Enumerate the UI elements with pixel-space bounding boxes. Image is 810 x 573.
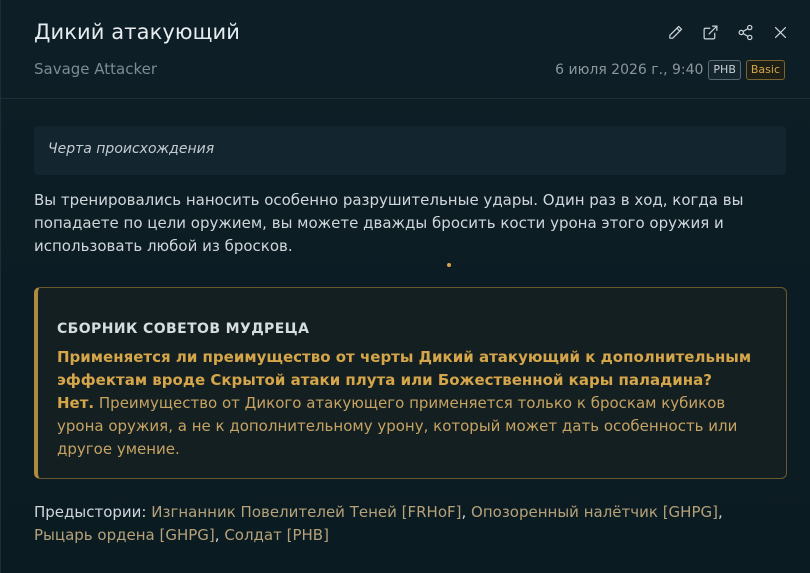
origin-box: Черта происхождения <box>34 126 786 175</box>
origin-label: Черта происхождения <box>48 141 215 157</box>
source-badge[interactable]: PHB <box>708 60 741 80</box>
toolbar <box>666 23 789 41</box>
sage-answer: Нет. Преимущество от Дикого атакующего п… <box>57 392 757 461</box>
background-link[interactable]: Опозоренный налётчик [GHPG] <box>471 503 718 521</box>
feat-window: Дикий атакующий Savage Attacker 6 июля 2… <box>0 0 810 573</box>
separator-dot <box>447 263 451 267</box>
meta-info: 6 июля 2026 г., 9:40 PHB Basic <box>555 60 785 80</box>
level-badge: Basic <box>745 60 785 80</box>
feat-description: Вы тренировались наносить особенно разру… <box>34 191 744 255</box>
background-link[interactable]: Изгнанник Повелителей Теней [FRHoF] <box>151 503 461 521</box>
edit-button[interactable] <box>666 23 684 41</box>
backgrounds-label: Предыстории: <box>34 503 147 521</box>
background-link[interactable]: Солдат [PHB] <box>224 526 329 544</box>
backgrounds-line: Предыстории: Изгнанник Повелителей Теней… <box>34 503 723 544</box>
external-link-icon <box>703 25 717 39</box>
close-button[interactable] <box>771 23 789 41</box>
background-link[interactable]: Рыцарь ордена [GHPG] <box>34 526 215 544</box>
header: Дикий атакующий Savage Attacker 6 июля 2… <box>1 0 810 99</box>
pencil-icon <box>668 25 682 39</box>
sage-title: СБОРНИК СОВЕТОВ МУДРЕЦА <box>57 321 310 337</box>
sage-answer-body: Преимущество от Дикого атакующего примен… <box>57 394 738 458</box>
sage-answer-lead: Нет. <box>57 394 95 412</box>
open-external-button[interactable] <box>701 23 719 41</box>
sage-advice-box: СБОРНИК СОВЕТОВ МУДРЕЦА Применяется ли п… <box>34 287 787 479</box>
share-button[interactable] <box>736 23 754 41</box>
close-icon <box>774 26 786 38</box>
page-subtitle: Savage Attacker <box>34 60 158 78</box>
date-text: 6 июля 2026 г., 9:40 <box>555 62 704 78</box>
share-icon <box>738 24 752 40</box>
sage-question: Применяется ли преимущество от черты Дик… <box>57 348 752 389</box>
page-title: Дикий атакующий <box>34 20 241 44</box>
